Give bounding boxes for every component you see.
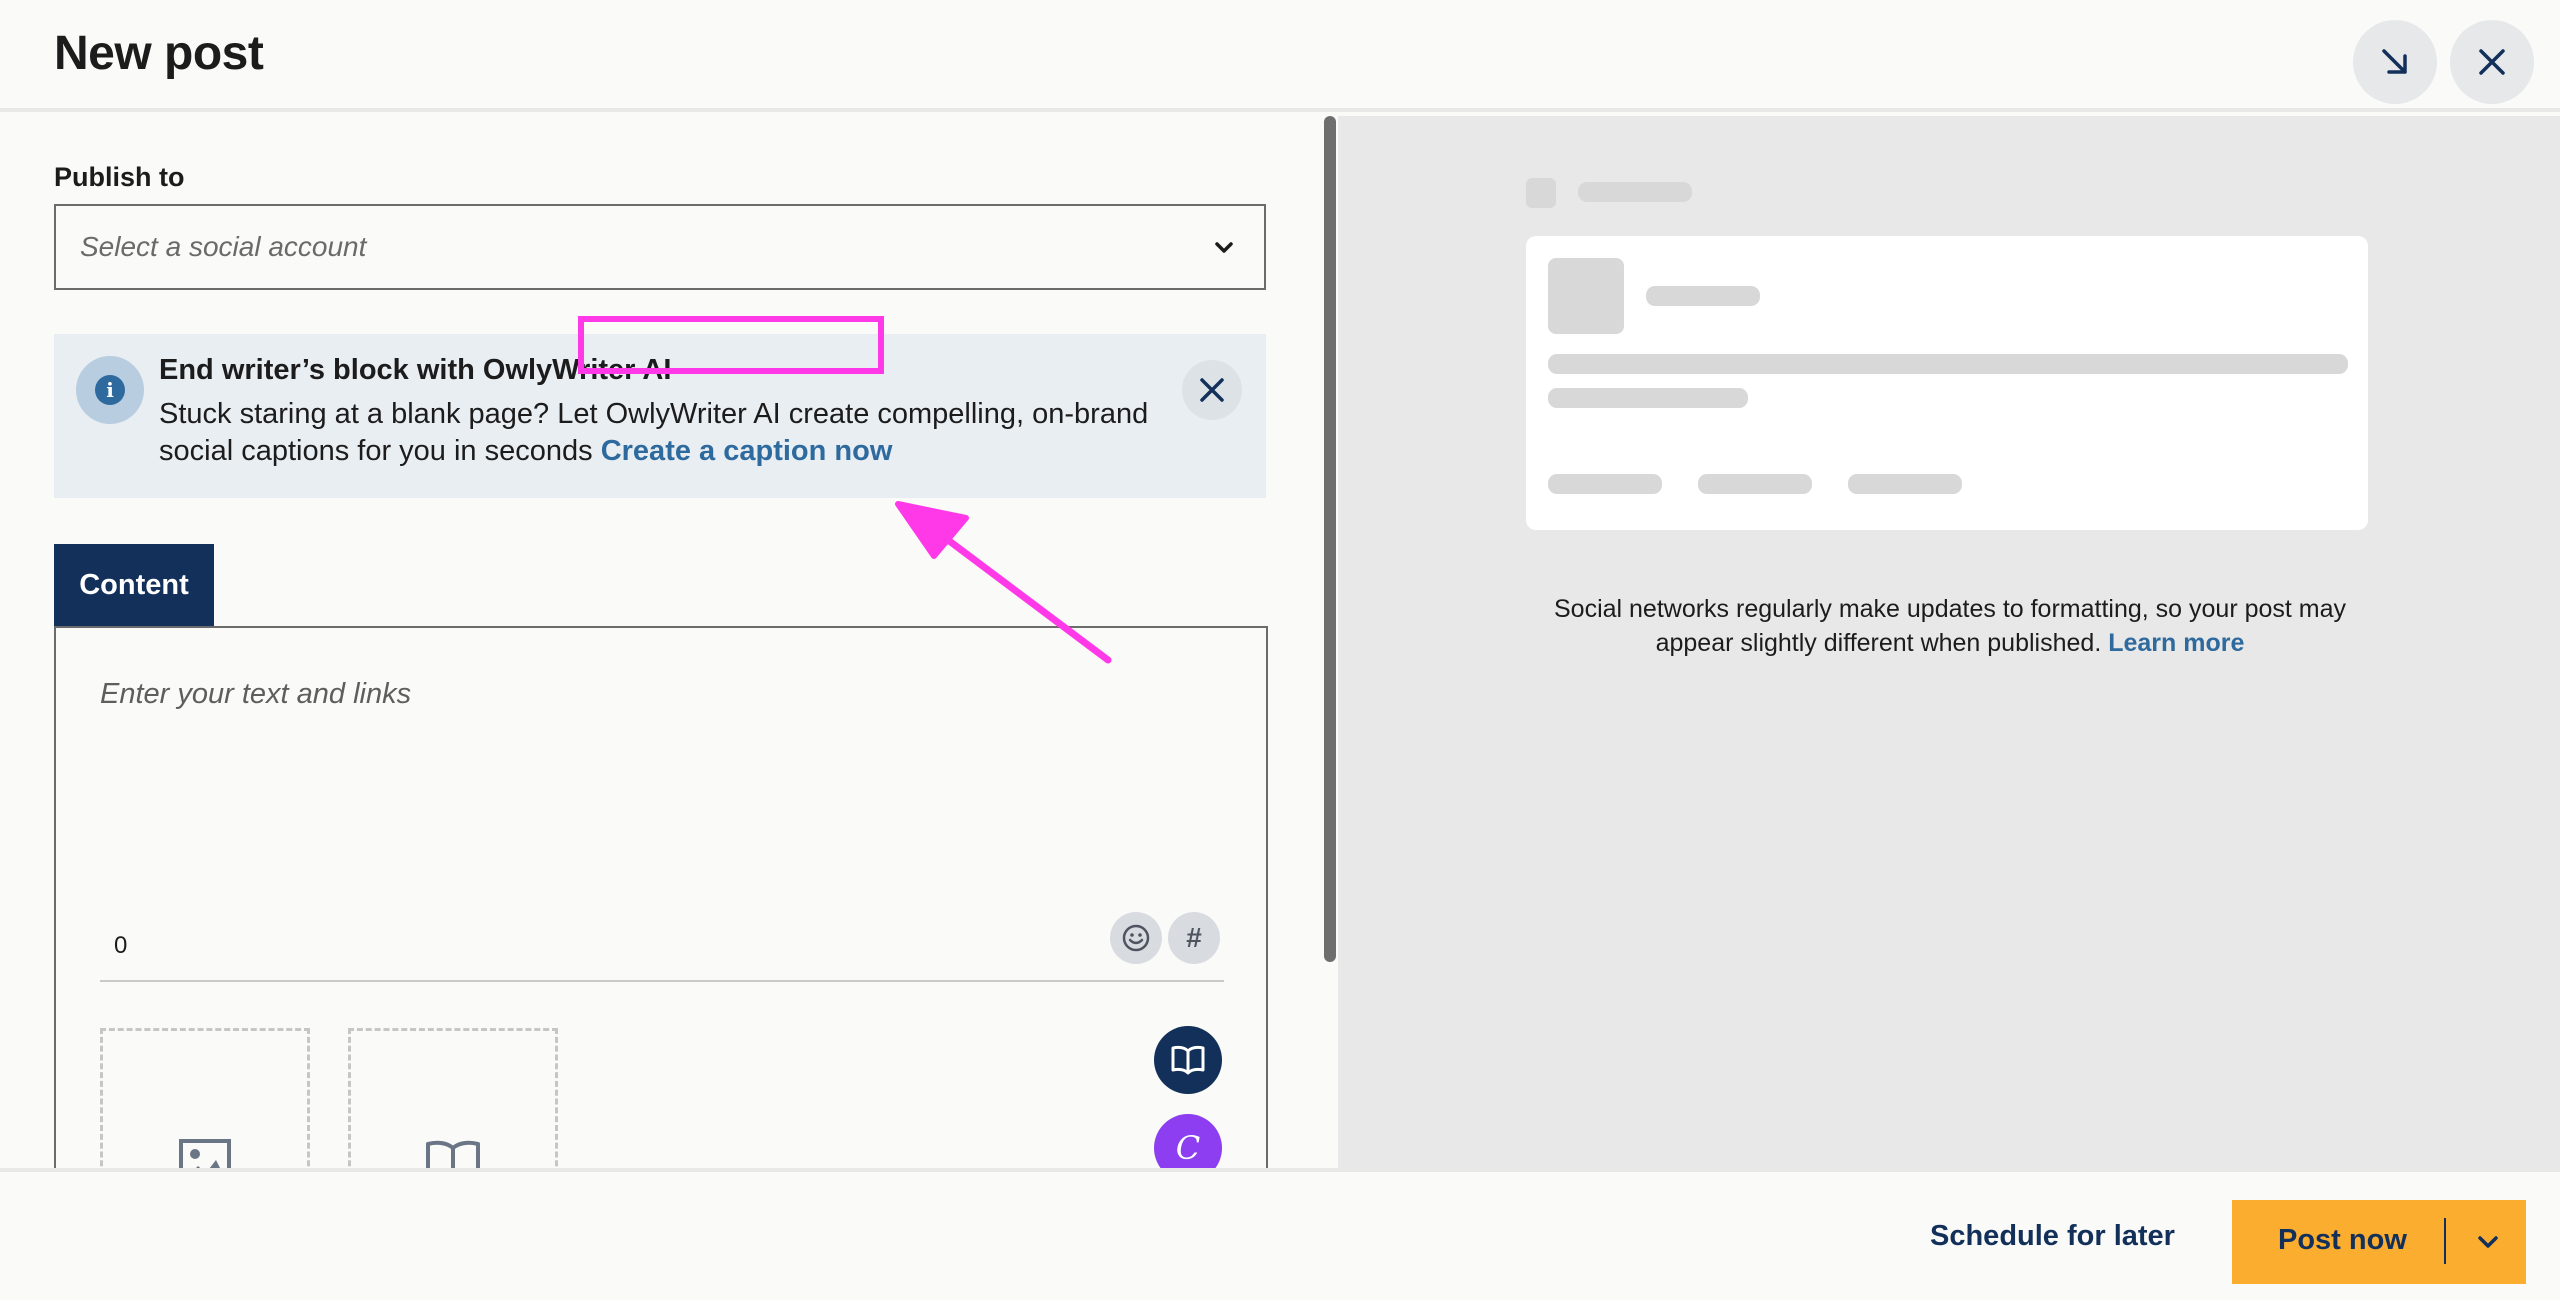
preview-panel: Social networks regularly make updates t… <box>1338 116 2560 1168</box>
add-from-library-tile[interactable] <box>348 1028 558 1168</box>
create-caption-link[interactable]: Create a caption now <box>601 435 893 467</box>
close-button[interactable] <box>2450 20 2534 104</box>
preview-skeleton-image <box>1548 258 1624 334</box>
learn-more-link[interactable]: Learn more <box>2108 629 2244 657</box>
modal-header: New post <box>0 0 2560 112</box>
post-options-dropdown[interactable] <box>2470 1230 2506 1254</box>
preview-skeleton-line <box>1578 182 1692 202</box>
publish-to-label: Publish to <box>54 162 185 192</box>
select-placeholder: Select a social account <box>80 231 367 262</box>
banner-close-button[interactable] <box>1182 360 1242 420</box>
hashtag-button[interactable]: # <box>1168 912 1220 964</box>
tab-content[interactable]: Content <box>54 544 214 626</box>
compose-scrollbar[interactable] <box>1324 116 1336 962</box>
info-icon: i <box>76 356 144 424</box>
preview-skeleton-line <box>1548 388 1748 408</box>
chevron-down-icon <box>2478 1236 2498 1248</box>
modal-footer: Schedule for later Post now <box>0 1168 2560 1300</box>
compose-panel: Publish to Select a social account i End… <box>0 116 1338 1168</box>
book-icon <box>426 1140 480 1168</box>
owlywriter-icon: C <box>1175 1129 1201 1167</box>
arrow-down-right-icon <box>2382 49 2407 74</box>
close-icon <box>2479 49 2505 75</box>
owlywriter-button[interactable]: C <box>1154 1114 1222 1168</box>
minimize-button[interactable] <box>2353 20 2437 104</box>
text-input[interactable]: Enter your text and links <box>100 678 411 711</box>
preview-note: Social networks regularly make updates t… <box>1550 592 2350 660</box>
character-count: 0 <box>114 932 128 959</box>
preview-skeleton-line <box>1548 354 2348 374</box>
social-account-select[interactable]: Select a social account <box>54 204 1266 290</box>
editor-divider <box>100 980 1224 982</box>
image-icon <box>179 1139 231 1168</box>
post-editor: Enter your text and links 0 # C <box>54 626 1268 1168</box>
preview-skeleton-line <box>1848 474 1962 494</box>
emoji-button[interactable] <box>1110 912 1162 964</box>
preview-skeleton-line <box>1548 474 1662 494</box>
banner-body: Stuck staring at a blank page? Let OwlyW… <box>159 396 1159 470</box>
preview-skeleton-line <box>1646 286 1760 306</box>
page-title: New post <box>54 27 264 80</box>
post-preview-card <box>1526 236 2368 530</box>
post-now-button[interactable]: Post now <box>2232 1200 2526 1284</box>
preview-skeleton-avatar <box>1526 178 1556 208</box>
hashtag-icon: # <box>1186 922 1202 953</box>
add-image-tile[interactable] <box>100 1028 310 1168</box>
chevron-down-icon <box>1215 242 1233 253</box>
schedule-for-later-button[interactable]: Schedule for later <box>1930 1220 2175 1253</box>
post-now-label: Post now <box>2278 1224 2407 1256</box>
post-now-separator <box>2444 1218 2446 1264</box>
smiley-icon <box>1122 924 1150 952</box>
book-icon <box>1171 1045 1205 1075</box>
content-library-button[interactable] <box>1154 1026 1222 1094</box>
highlight-box <box>578 316 884 374</box>
preview-skeleton-line <box>1698 474 1812 494</box>
close-icon <box>1200 378 1224 402</box>
